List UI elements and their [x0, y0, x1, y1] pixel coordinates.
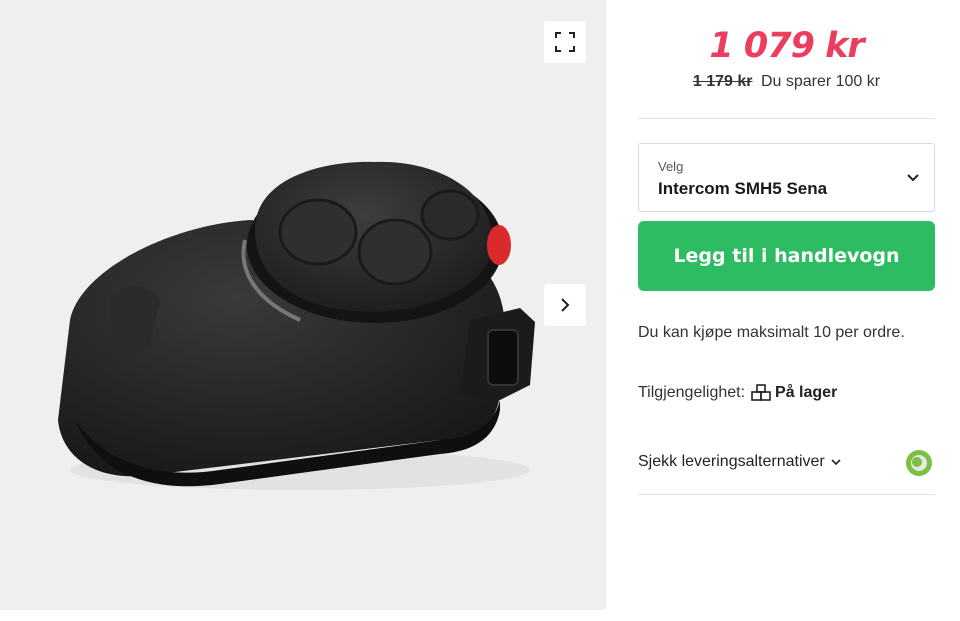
- divider: [638, 118, 935, 119]
- next-image-button[interactable]: [544, 284, 586, 326]
- chevron-down-icon: [831, 457, 841, 467]
- expand-icon: [555, 32, 575, 52]
- variant-label: Velg: [658, 159, 684, 174]
- price: 1 079 kr: [709, 26, 864, 66]
- divider: [638, 494, 935, 495]
- fullscreen-button[interactable]: [544, 21, 586, 63]
- delivery-options-label: Sjekk leveringsalternativer: [638, 453, 825, 470]
- chevron-right-icon: [561, 298, 570, 312]
- old-price-line: 1 179 kr Du sparer 100 kr: [638, 73, 935, 91]
- max-quantity-note: Du kan kjøpe maksimalt 10 per ordre.: [638, 324, 905, 341]
- availability: Tilgjengelighet: På lager: [638, 384, 837, 402]
- variant-select[interactable]: Velg Intercom SMH5 Sena: [638, 143, 935, 212]
- chevron-down-icon: [907, 174, 919, 182]
- stock-icon: [751, 384, 771, 402]
- availability-value: På lager: [775, 384, 838, 401]
- add-to-cart-button[interactable]: Legg til i handlevogn: [638, 221, 935, 291]
- delivery-options-link[interactable]: Sjekk leveringsalternativer: [638, 453, 841, 471]
- product-panel: 1 079 kr 1 179 kr Du sparer 100 kr Velg …: [638, 0, 935, 621]
- delivery-status-icon: [906, 450, 932, 476]
- product-image: [58, 161, 535, 490]
- variant-value: Intercom SMH5 Sena: [658, 179, 828, 198]
- old-price: 1 179 kr: [692, 73, 753, 90]
- availability-label: Tilgjengelighet:: [638, 384, 746, 401]
- savings-text: Du sparer 100 kr: [760, 73, 881, 90]
- product-gallery: [0, 0, 606, 610]
